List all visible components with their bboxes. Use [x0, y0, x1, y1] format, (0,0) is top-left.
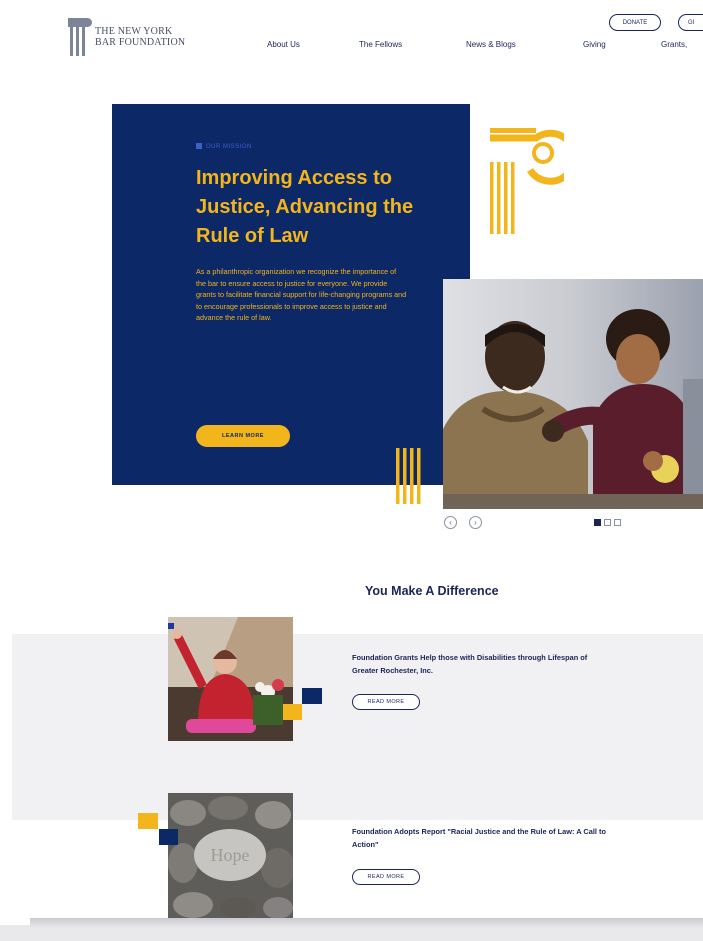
- gold-bars-decoration: [396, 448, 421, 504]
- logo-line-1: THE NEW YORK: [95, 26, 173, 37]
- hero-photo: [443, 279, 703, 509]
- page: THE NEW YORK BAR FOUNDATION About Us The…: [0, 0, 703, 925]
- donate-button[interactable]: DONATE: [609, 14, 661, 31]
- gold-square-decoration: [283, 704, 302, 720]
- hero-eyebrow: OUR MISSION: [196, 143, 252, 150]
- ionic-column-icon: [490, 128, 564, 234]
- slider-pagination: [594, 519, 621, 526]
- learn-more-button[interactable]: LEARN MORE: [196, 425, 290, 447]
- section-title: You Make A Difference: [365, 584, 499, 598]
- nav-item-grants[interactable]: Grants,: [661, 40, 687, 49]
- card-title[interactable]: Foundation Grants Help those with Disabi…: [352, 652, 612, 677]
- slider-dot[interactable]: [614, 519, 621, 526]
- slider-dot[interactable]: [604, 519, 611, 526]
- navy-square-decoration: [159, 829, 178, 845]
- read-more-button[interactable]: READ MORE: [352, 869, 420, 885]
- navy-square-decoration: [302, 688, 322, 704]
- header-secondary-button[interactable]: GI: [678, 14, 703, 31]
- hero-title: Improving Access to Justice, Advancing t…: [196, 167, 414, 247]
- slider-dot[interactable]: [594, 519, 601, 526]
- nav-item-about-us[interactable]: About Us: [267, 40, 300, 49]
- main-nav: About Us The Fellows News & Blogs Giving…: [0, 40, 703, 56]
- gold-square-decoration: [138, 813, 158, 829]
- page-shadow: [30, 918, 703, 928]
- hero-description: As a philanthropic organization we recog…: [196, 267, 407, 322]
- nav-item-giving[interactable]: Giving: [583, 40, 606, 49]
- read-more-button[interactable]: READ MORE: [352, 694, 420, 710]
- card-image[interactable]: Hope: [168, 793, 293, 918]
- nav-item-news-blogs[interactable]: News & Blogs: [466, 40, 516, 49]
- chevron-right-icon[interactable]: ›: [469, 516, 482, 529]
- nav-item-the-fellows[interactable]: The Fellows: [359, 40, 402, 49]
- card-image[interactable]: [168, 617, 293, 741]
- card-title[interactable]: Foundation Adopts Report "Racial Justice…: [352, 826, 612, 851]
- chevron-left-icon[interactable]: ‹: [444, 516, 457, 529]
- svg-text:Hope: Hope: [211, 845, 250, 865]
